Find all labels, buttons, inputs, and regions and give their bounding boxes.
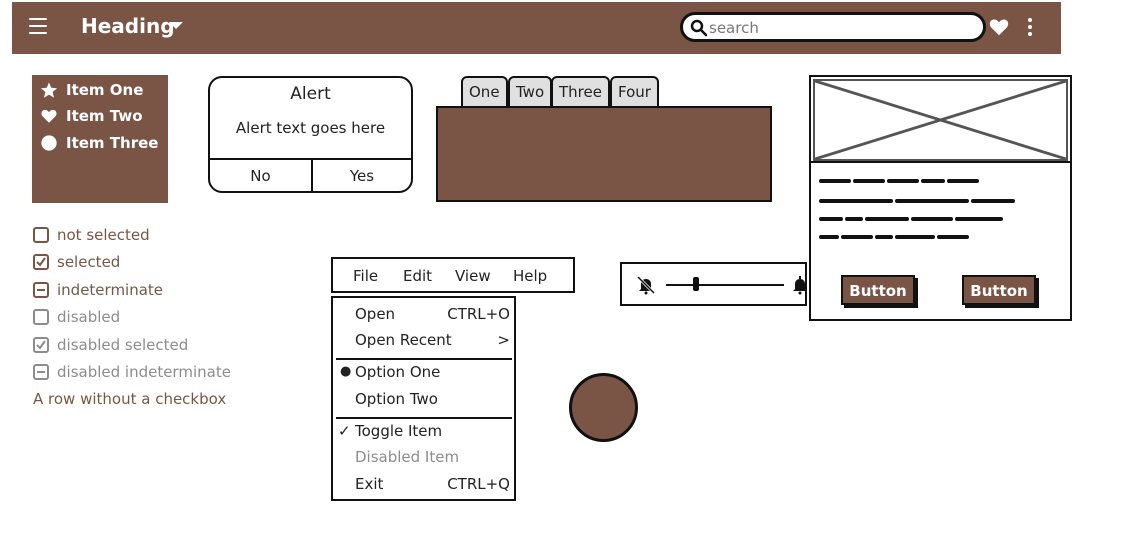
- checkmark-icon: [36, 257, 46, 267]
- menu-file[interactable]: File: [353, 267, 378, 285]
- heart-icon[interactable]: [988, 16, 1010, 38]
- minus-icon: [37, 289, 45, 291]
- tab-three[interactable]: Three: [551, 76, 610, 107]
- checkmark-icon: [36, 340, 46, 350]
- search-input[interactable]: [707, 18, 977, 38]
- sidebar-list: Item One Item Two Item Three: [32, 75, 168, 203]
- checkbox-row: disabled: [33, 307, 120, 327]
- checkbox: [33, 364, 49, 380]
- divider: [336, 417, 512, 419]
- checkbox-row: disabled indeterminate: [33, 362, 231, 382]
- checkmark-icon: ✓: [338, 422, 351, 440]
- checkbox: [33, 309, 49, 325]
- sidebar-item-label: Item Two: [66, 107, 143, 125]
- alert-title: Alert: [290, 84, 331, 104]
- search-icon: [690, 19, 708, 37]
- row-label: A row without a checkbox: [33, 390, 227, 408]
- slider-track[interactable]: [666, 284, 784, 286]
- sidebar-item-three[interactable]: Item Three: [40, 132, 158, 154]
- tab-panel: [436, 106, 772, 202]
- minus-icon: [37, 371, 45, 373]
- sidebar-item-label: Item One: [66, 81, 144, 99]
- checkbox[interactable]: [33, 254, 49, 270]
- menu-item-exit[interactable]: Exit: [355, 475, 383, 495]
- checkbox[interactable]: [33, 227, 49, 243]
- sidebar-item-label: Item Three: [66, 134, 159, 152]
- scribble-text: [819, 179, 1015, 239]
- bell-off-icon: [636, 275, 656, 295]
- circle-icon: [41, 135, 57, 151]
- volume-slider: [620, 262, 807, 306]
- tab-four[interactable]: Four: [610, 76, 659, 107]
- menu-item-disabled: Disabled Item: [355, 448, 460, 466]
- sidebar-item-one[interactable]: Item One: [40, 79, 143, 101]
- shortcut-label: CTRL+O: [447, 305, 510, 323]
- checkbox-row: disabled selected: [33, 335, 188, 355]
- alert-text: Alert text goes here: [235, 119, 386, 137]
- menu-item-open-recent[interactable]: Open Recent: [355, 331, 452, 351]
- radio-dot-icon: ●: [340, 364, 352, 379]
- menu-edit[interactable]: Edit: [403, 267, 432, 285]
- image-placeholder-icon: [813, 79, 1068, 161]
- divider: [811, 161, 1070, 163]
- hamburger-menu-icon[interactable]: [29, 18, 47, 34]
- app-header: Heading: [12, 2, 1061, 54]
- plain-row: A row without a checkbox: [33, 389, 226, 409]
- checkbox: [33, 337, 49, 353]
- search-box[interactable]: [680, 12, 986, 42]
- bell-icon: [793, 276, 807, 295]
- checkbox-row[interactable]: selected: [33, 252, 120, 272]
- menu-item-toggle[interactable]: Toggle Item: [355, 422, 442, 442]
- dropdown-menu: Open CTRL+O Open Recent > ● Option One O…: [331, 296, 516, 501]
- slider-thumb[interactable]: [692, 277, 699, 291]
- alert-dialog: Alert Alert text goes here No Yes: [208, 76, 413, 193]
- tab-one[interactable]: One: [461, 76, 508, 107]
- circle-shape: [569, 373, 638, 442]
- chevron-right-icon: >: [497, 331, 510, 349]
- checkbox-row[interactable]: not selected: [33, 225, 150, 245]
- no-button[interactable]: No: [210, 160, 311, 193]
- chevron-down-icon[interactable]: [169, 22, 183, 29]
- menu-item-option-one[interactable]: Option One: [355, 363, 440, 383]
- checkbox-label: disabled: [57, 308, 121, 326]
- more-options-icon[interactable]: [1028, 18, 1034, 38]
- menu-view[interactable]: View: [455, 267, 491, 285]
- image-card: Button Button: [809, 75, 1072, 321]
- menu-item-option-two[interactable]: Option Two: [355, 390, 438, 410]
- sidebar-item-two[interactable]: Item Two: [40, 105, 143, 127]
- menu-item-open[interactable]: Open: [355, 305, 395, 325]
- star-icon: [40, 82, 58, 98]
- checkbox-label: disabled indeterminate: [57, 363, 231, 381]
- menubar: File Edit View Help: [331, 257, 575, 293]
- page-title[interactable]: Heading: [81, 14, 175, 38]
- card-button-right[interactable]: Button: [962, 275, 1036, 305]
- checkbox-label: not selected: [57, 226, 150, 244]
- checkbox[interactable]: [33, 282, 49, 298]
- checkbox-label: indeterminate: [57, 281, 164, 299]
- checkbox-row[interactable]: indeterminate: [33, 280, 163, 300]
- divider: [336, 358, 512, 360]
- tab-two[interactable]: Two: [508, 76, 553, 107]
- heart-icon: [41, 109, 57, 123]
- menu-help[interactable]: Help: [513, 267, 547, 285]
- yes-button[interactable]: Yes: [313, 160, 411, 193]
- checkbox-label: disabled selected: [57, 336, 189, 354]
- shortcut-label: CTRL+Q: [447, 475, 510, 493]
- checkbox-label: selected: [57, 253, 121, 271]
- card-button-left[interactable]: Button: [841, 275, 915, 305]
